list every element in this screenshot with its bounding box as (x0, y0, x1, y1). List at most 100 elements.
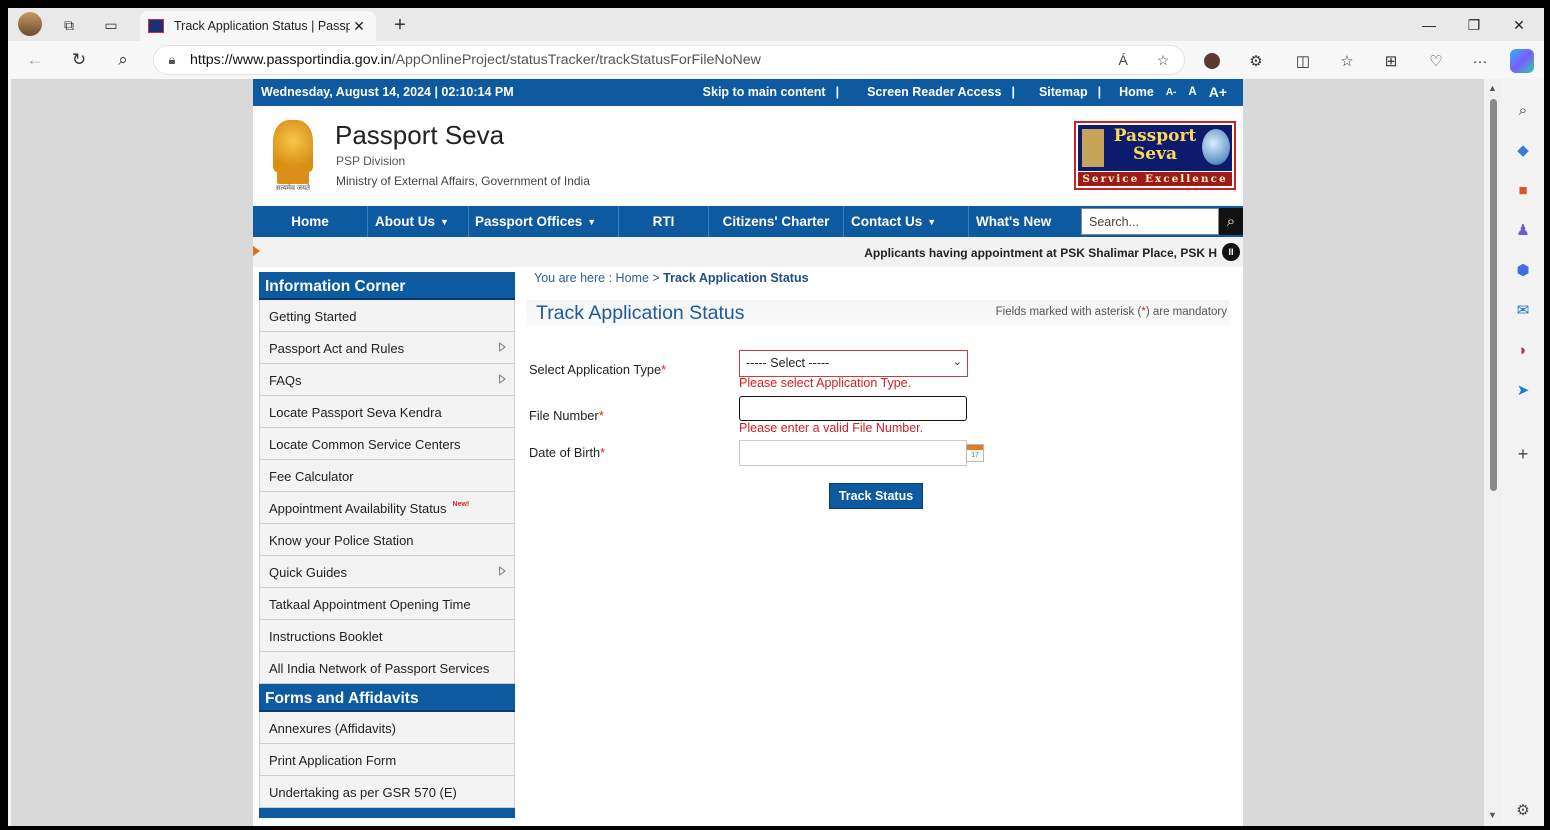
site-search-input[interactable]: Search... (1081, 208, 1219, 235)
sidebar-item-instructions-booklet[interactable]: Instructions Booklet (259, 620, 515, 652)
settings-gear-icon[interactable]: ⚙ (1512, 799, 1534, 821)
url-text[interactable]: https://www.passportindia.gov.in/AppOnli… (190, 52, 1104, 68)
split-screen-icon[interactable]: ◫ (1292, 50, 1314, 72)
favorites-icon[interactable]: ☆ (1336, 50, 1358, 72)
address-toolbar: ← ↻ ⌕ 🔒︎ https://www.passportindia.gov.i… (8, 41, 1544, 79)
current-date-time: Wednesday, August 14, 2024 | 02:10:14 PM (261, 85, 514, 99)
workspaces-icon[interactable]: ⧉ (58, 14, 80, 36)
add-icon[interactable]: + (1512, 443, 1534, 465)
tab-title: Track Application Status | Passpo (174, 19, 350, 33)
screen-reader-link[interactable]: Screen Reader Access (861, 85, 1007, 99)
tab-actions-icon[interactable]: ▭ (100, 14, 122, 36)
back-arrow-icon[interactable]: ← (22, 48, 48, 72)
designer-icon[interactable]: ◗ (1512, 339, 1534, 361)
sidebar-item-quick-guides[interactable]: Quick Guides (259, 556, 515, 588)
font-normal-button[interactable]: A (1182, 86, 1202, 98)
sidebar-item-fee-calculator[interactable]: Fee Calculator (259, 460, 515, 492)
site-subtitle-division: PSP Division (336, 154, 406, 168)
chevron-down-icon: ▼ (587, 216, 597, 227)
active-tab[interactable]: Track Application Status | Passpo ✕ (140, 11, 376, 41)
application-type-label: Select Application Type* (529, 362, 667, 377)
games-icon[interactable]: ♟ (1512, 219, 1534, 241)
extensions-puzzle-icon[interactable]: ⚙︎ (1245, 50, 1267, 72)
new-badge: New! (452, 501, 470, 508)
address-bar[interactable]: 🔒︎ https://www.passportindia.gov.in/AppO… (153, 45, 1185, 75)
search-icon[interactable]: ⌕ (1219, 208, 1243, 235)
read-aloud-icon[interactable]: Á (1119, 52, 1128, 69)
restore-button[interactable]: ❐ (1451, 12, 1497, 38)
ticker-message[interactable]: Applicants having appointment at PSK Sha… (864, 246, 1217, 260)
breadcrumb-home-link[interactable]: Home (616, 271, 649, 285)
browser-window: ⧉ ▭ Track Application Status | Passpo ✕ … (8, 8, 1544, 826)
page-scrollbar[interactable]: ▲ ▼ (1484, 79, 1502, 826)
sidebar-item-print-form[interactable]: Print Application Form (259, 744, 515, 776)
more-menu-icon[interactable]: ··· (1469, 50, 1491, 72)
top-home-link[interactable]: Home (1113, 85, 1160, 99)
browser-essentials-icon[interactable]: ♡ (1425, 50, 1447, 72)
copilot-icon[interactable] (1510, 49, 1534, 73)
nav-citizens-charter[interactable]: Citizens' Charter (709, 206, 844, 237)
sidebar-item-police-station[interactable]: Know your Police Station (259, 524, 515, 556)
scroll-down-icon[interactable]: ▼ (1488, 810, 1497, 820)
sidebar-item-network[interactable]: All India Network of Passport Services (259, 652, 515, 684)
sitemap-link[interactable]: Sitemap (1033, 85, 1094, 99)
national-emblem-logo: सत्यमेव जयते (267, 120, 319, 198)
tools-briefcase-icon[interactable]: ■ (1512, 179, 1534, 201)
nav-contact-us[interactable]: Contact Us ▼ (844, 206, 969, 237)
minimize-button[interactable]: — (1406, 12, 1452, 38)
font-decrease-button[interactable]: A- (1160, 87, 1183, 98)
nav-whats-new[interactable]: What's New (969, 206, 1081, 237)
new-tab-button[interactable]: + (389, 14, 411, 36)
expand-arrow-icon (499, 374, 506, 384)
favorite-star-icon[interactable]: ☆ (1157, 52, 1170, 69)
date-of-birth-label: Date of Birth* (529, 445, 606, 460)
site-subtitle-ministry: Ministry of External Affairs, Government… (336, 174, 590, 188)
close-window-button[interactable]: ✕ (1496, 12, 1542, 38)
date-of-birth-input[interactable] (739, 440, 967, 466)
chevron-down-icon: ▼ (440, 216, 449, 227)
font-increase-button[interactable]: A+ (1203, 84, 1233, 100)
sidebar-item-passport-act[interactable]: Passport Act and Rules (259, 332, 515, 364)
refresh-icon[interactable]: ↻ (66, 48, 92, 72)
nav-rti[interactable]: RTI (619, 206, 709, 237)
expand-arrow-icon (499, 566, 506, 576)
collections-icon[interactable]: ⊞ (1380, 50, 1402, 72)
forms-affidavits-heading: Forms and Affidavits (259, 684, 515, 712)
send-icon[interactable]: ➤ (1512, 379, 1534, 401)
microsoft365-icon[interactable]: ⬢ (1512, 259, 1534, 281)
calendar-icon[interactable]: 17 (966, 444, 984, 462)
sidebar-item-tatkaal-time[interactable]: Tatkaal Appointment Opening Time (259, 588, 515, 620)
nav-home[interactable]: Home (253, 206, 368, 237)
profile-avatar[interactable] (18, 12, 42, 36)
file-number-error: Please enter a valid File Number. (739, 421, 924, 435)
sidebar-item-appointment-availability[interactable]: Appointment Availability Status New! (259, 492, 515, 524)
site-header: सत्यमेव जयते Passport Seva PSP Division … (253, 106, 1243, 206)
sidebar-item-getting-started[interactable]: Getting Started (259, 300, 515, 332)
track-status-button[interactable]: Track Status (829, 483, 923, 509)
skip-to-main-link[interactable]: Skip to main content (697, 85, 832, 99)
chevron-down-icon: ⌄ (952, 356, 962, 368)
site-title[interactable]: Passport Seva (335, 120, 504, 151)
sidebar-item-locate-csc[interactable]: Locate Common Service Centers (259, 428, 515, 460)
file-number-input[interactable] (739, 396, 967, 421)
search-icon[interactable]: ⌕ (1512, 99, 1534, 121)
chevron-down-icon: ▼ (927, 216, 937, 227)
sidebar-item-faqs[interactable]: FAQs (259, 364, 515, 396)
sidebar-item-undertaking[interactable]: Undertaking as per GSR 570 (E) (259, 776, 515, 808)
pause-icon[interactable]: II (1222, 243, 1240, 261)
lock-icon[interactable]: 🔒︎ (154, 52, 190, 68)
nav-about-us[interactable]: About Us ▼ (368, 206, 469, 237)
scroll-up-icon[interactable]: ▲ (1488, 83, 1497, 93)
tab-close-icon[interactable]: ✕ (350, 18, 368, 35)
breadcrumb-current: Track Application Status (663, 271, 809, 285)
expand-arrow-icon (499, 342, 506, 352)
sidebar-item-locate-psk[interactable]: Locate Passport Seva Kendra (259, 396, 515, 428)
scroll-thumb[interactable] (1490, 99, 1497, 491)
sidebar-item-annexures[interactable]: Annexures (Affidavits) (259, 712, 515, 744)
search-icon[interactable]: ⌕ (110, 48, 136, 72)
shopping-tag-icon[interactable]: ◆ (1512, 139, 1534, 161)
application-type-select[interactable]: ----- Select ----- ⌄ (739, 350, 968, 377)
nav-passport-offices[interactable]: Passport Offices ▼ (469, 206, 619, 237)
extension-dark-circle-icon[interactable] (1201, 50, 1223, 72)
outlook-icon[interactable]: ✉ (1512, 299, 1534, 321)
